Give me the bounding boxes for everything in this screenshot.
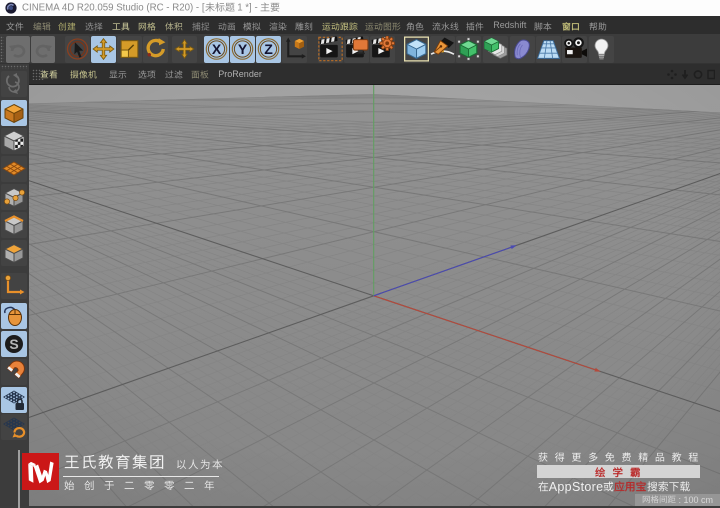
svg-text:Y: Y — [238, 41, 248, 57]
svg-text:S: S — [9, 336, 18, 352]
svg-text:X: X — [212, 41, 222, 57]
svg-text:Z: Z — [264, 41, 273, 57]
